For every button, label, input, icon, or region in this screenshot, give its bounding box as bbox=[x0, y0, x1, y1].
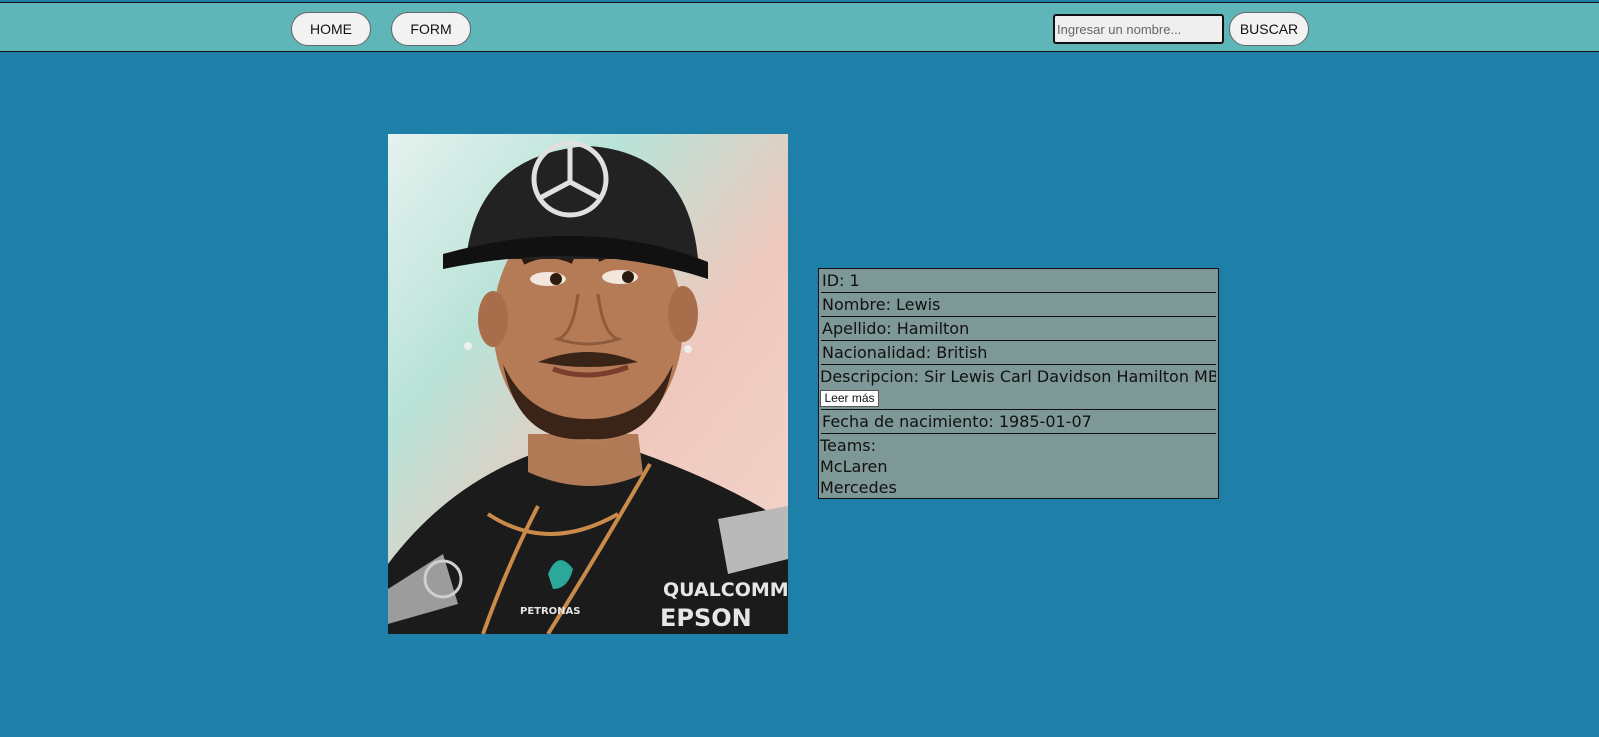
driver-birthdate: Fecha de nacimiento: 1985-01-07 bbox=[821, 410, 1216, 434]
teams-label: Teams: bbox=[820, 436, 877, 455]
svg-text:QUALCOMM: QUALCOMM bbox=[663, 579, 788, 601]
team-item: Mercedes bbox=[820, 478, 897, 497]
driver-photo: PETRONAS QUALCOMM EPSON bbox=[388, 134, 788, 634]
driver-nationality: Nacionalidad: British bbox=[821, 341, 1216, 365]
home-button[interactable]: HOME bbox=[291, 12, 371, 46]
navbar: HOME FORM BUSCAR bbox=[0, 2, 1599, 52]
teams-section: Teams: McLaren Mercedes bbox=[819, 435, 1218, 498]
driver-last-name: Apellido: Hamilton bbox=[821, 317, 1216, 341]
team-item: McLaren bbox=[820, 457, 888, 476]
search-input[interactable] bbox=[1053, 14, 1224, 44]
read-more-button[interactable]: Leer más bbox=[820, 390, 879, 407]
driver-id: ID: 1 bbox=[821, 269, 1216, 293]
svg-text:PETRONAS: PETRONAS bbox=[520, 606, 581, 617]
svg-text:EPSON: EPSON bbox=[660, 604, 752, 632]
search-button[interactable]: BUSCAR bbox=[1229, 12, 1309, 46]
form-button[interactable]: FORM bbox=[391, 12, 471, 46]
driver-description: Descripcion: Sir Lewis Carl Davidson Ham… bbox=[820, 367, 1216, 386]
driver-first-name: Nombre: Lewis bbox=[821, 293, 1216, 317]
driver-detail-card: ID: 1 Nombre: Lewis Apellido: Hamilton N… bbox=[818, 268, 1219, 499]
